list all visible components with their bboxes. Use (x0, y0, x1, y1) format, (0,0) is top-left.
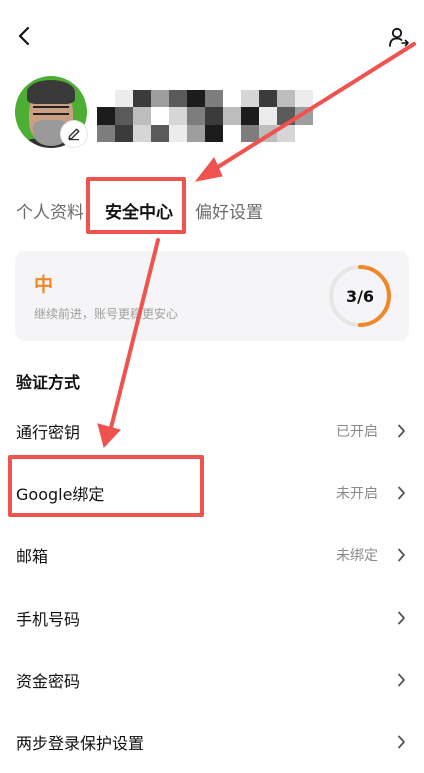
row-two-step-login[interactable]: 两步登录保护设置 (0, 711, 424, 773)
chevron-right-icon (394, 486, 408, 500)
redaction-pixel (151, 124, 169, 142)
redaction-pixel (115, 107, 133, 125)
back-button[interactable] (10, 22, 38, 50)
redaction-pixel (115, 124, 133, 142)
chevron-right-icon (394, 611, 408, 625)
edit-avatar-button[interactable] (61, 121, 87, 147)
redaction-pixel (151, 90, 169, 108)
redaction-pixel (97, 124, 115, 142)
avatar-hair (27, 80, 75, 104)
redaction-pixel (187, 90, 205, 108)
row-status: 未开启 (336, 486, 378, 502)
row-status: 已开启 (336, 424, 378, 440)
pencil-icon (68, 128, 80, 141)
redaction-pixel (223, 90, 241, 108)
redaction-pixel (295, 107, 313, 125)
redaction-pixel (277, 107, 295, 125)
user-switch-icon (389, 27, 409, 47)
row-google-binding[interactable]: Google绑定 未开启 (0, 462, 424, 524)
row-phone[interactable]: 手机号码 (0, 587, 424, 649)
row-label: 资金密码 (16, 672, 81, 691)
redaction-pixel (169, 107, 187, 125)
redaction-pixel (115, 90, 133, 108)
redaction-pixel (133, 90, 151, 108)
redacted-username (97, 90, 313, 142)
tab-preferences[interactable]: 偏好设置 (195, 198, 263, 223)
redaction-pixel (187, 124, 205, 142)
security-level: 中 (34, 274, 54, 296)
chevron-right-icon (394, 735, 408, 749)
account-switch-button[interactable] (384, 22, 414, 52)
verification-methods-title: 验证方式 (16, 373, 81, 392)
redaction-pixel (169, 124, 187, 142)
redaction-pixel (205, 107, 223, 125)
redaction-pixel (277, 90, 295, 108)
row-status: 未绑定 (336, 548, 378, 564)
redaction-pixel (259, 124, 277, 142)
avatar-glasses (33, 106, 69, 115)
redaction-pixel (133, 107, 151, 125)
redaction-pixel (133, 124, 151, 142)
redaction-pixel (97, 90, 115, 108)
redaction-pixel (223, 107, 241, 125)
redaction-pixel (241, 90, 259, 108)
chevron-left-icon (18, 26, 30, 46)
redaction-pixel (223, 124, 241, 142)
security-level-hint: 继续前进，账号更稳更安心 (34, 307, 179, 321)
row-fund-password[interactable]: 资金密码 (0, 649, 424, 711)
redaction-pixel (241, 124, 259, 142)
redaction-pixel (151, 107, 169, 125)
redaction-pixel (277, 124, 295, 142)
row-label: 手机号码 (16, 610, 81, 629)
row-label: 邮箱 (16, 547, 49, 566)
row-email[interactable]: 邮箱 未绑定 (0, 524, 424, 586)
redaction-pixel (259, 90, 277, 108)
row-passkey[interactable]: 通行密钥 已开启 (0, 400, 424, 462)
row-label: 通行密钥 (16, 423, 81, 442)
tab-profile[interactable]: 个人资料 (16, 198, 84, 223)
redaction-pixel (205, 90, 223, 108)
redaction-pixel (259, 107, 277, 125)
redaction-pixel (187, 107, 205, 125)
chevron-right-icon (394, 548, 408, 562)
tab-security-center[interactable]: 安全中心 (105, 198, 173, 223)
redaction-pixel (97, 107, 115, 125)
redaction-pixel (169, 90, 187, 108)
redaction-pixel (295, 90, 313, 108)
progress-text: 3/6 (345, 286, 375, 306)
redaction-pixel (241, 107, 259, 125)
row-label: Google绑定 (16, 485, 105, 504)
row-label: 两步登录保护设置 (16, 734, 145, 753)
arrowhead-icon (194, 157, 223, 182)
chevron-right-icon (394, 424, 408, 438)
redaction-pixel (205, 124, 223, 142)
chevron-right-icon (394, 673, 408, 687)
redaction-pixel (295, 124, 313, 142)
